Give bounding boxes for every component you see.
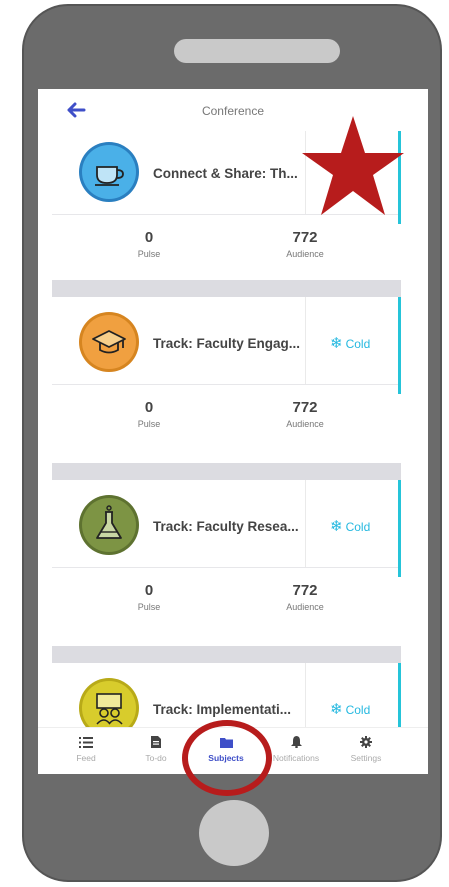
pulse-label: Pulse — [137, 419, 161, 429]
subject-title: Track: Faculty Engag... — [153, 336, 301, 351]
card-separator — [52, 646, 401, 663]
temperature-label: Cold — [345, 703, 371, 717]
snowflake-icon: ❄ — [330, 335, 343, 352]
graduation-cap-icon — [82, 315, 136, 369]
subject-title: Track: Faculty Resea... — [153, 519, 299, 534]
pulse-value: 0 — [144, 399, 154, 416]
document-icon — [121, 734, 191, 750]
flask-icon — [82, 498, 136, 552]
pulse-value: 0 — [144, 582, 154, 599]
temperature-label: Cold — [345, 520, 371, 534]
accent-bar — [398, 480, 401, 577]
home-button[interactable] — [199, 800, 269, 866]
phone-speaker — [174, 39, 340, 63]
tab-feed[interactable]: Feed — [51, 734, 121, 763]
list-icon — [51, 734, 121, 750]
audience-value: 772 — [292, 399, 318, 416]
subject-feed[interactable]: Connect & Share: Th... 0 Pulse 772 Audienc… — [52, 131, 401, 727]
pulse-label: Pulse — [137, 249, 161, 259]
temperature-status: ❄ Cold — [330, 335, 371, 352]
gear-icon — [331, 734, 401, 750]
temperature-status: ❄ Cold — [330, 701, 371, 718]
card-divider — [305, 480, 306, 567]
accent-bar — [398, 663, 401, 727]
audience-label: Audience — [286, 419, 324, 429]
highlight-circle — [182, 720, 272, 796]
card-divider — [305, 663, 306, 727]
card-stats: 0 Pulse 772 Audience — [52, 385, 401, 451]
card-separator — [52, 463, 401, 480]
snowflake-icon: ❄ — [330, 518, 343, 535]
card-divider — [305, 297, 306, 384]
coffee-cup-icon — [82, 145, 136, 199]
bell-icon — [261, 734, 331, 750]
subject-title: Connect & Share: Th... — [153, 166, 298, 181]
subject-title: Track: Implementati... — [153, 702, 292, 717]
accent-bar — [398, 297, 401, 394]
pulse-label: Pulse — [137, 602, 161, 612]
audience-value: 772 — [292, 582, 318, 599]
tab-to-do[interactable]: To-do — [121, 734, 191, 763]
pulse-value: 0 — [144, 229, 154, 246]
audience-label: Audience — [286, 602, 324, 612]
subject-card[interactable]: Track: Faculty Engag... ❄ Cold 0 Pulse 772… — [52, 297, 401, 451]
star-annotation — [302, 116, 404, 215]
temperature-status: ❄ Cold — [330, 518, 371, 535]
card-stats: 0 Pulse 772 Audience — [52, 568, 401, 634]
tab-settings[interactable]: Settings — [331, 734, 401, 763]
audience-label: Audience — [286, 249, 324, 259]
card-stats: 0 Pulse 772 Audience — [52, 215, 401, 281]
card-separator — [52, 280, 401, 297]
temperature-label: Cold — [345, 337, 371, 351]
snowflake-icon: ❄ — [330, 701, 343, 718]
subject-card[interactable]: Track: Faculty Resea... ❄ Cold 0 Pulse 772… — [52, 480, 401, 634]
audience-value: 772 — [292, 229, 318, 246]
subject-card[interactable]: Track: Implementati... ❄ Cold — [52, 663, 401, 727]
people-icon — [82, 681, 136, 727]
